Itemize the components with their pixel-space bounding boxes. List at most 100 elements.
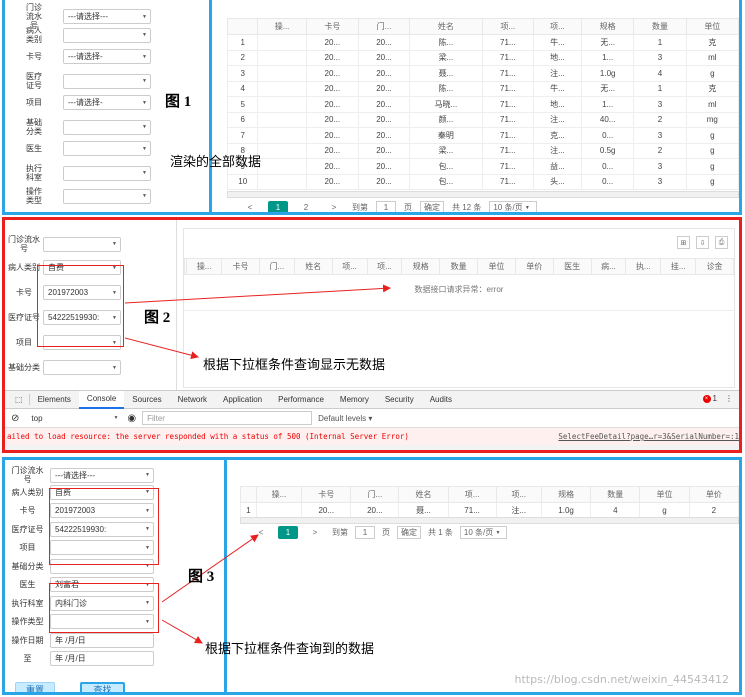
devtools-tab[interactable]: Network bbox=[170, 391, 215, 409]
devtools-tab[interactable]: Console bbox=[78, 390, 125, 409]
filter-select[interactable]: ▼ bbox=[63, 165, 151, 181]
filter-input[interactable]: Filter bbox=[142, 411, 313, 425]
table-cell: 无... bbox=[581, 80, 635, 97]
column-header[interactable]: 单位 bbox=[685, 18, 739, 35]
filter-select[interactable]: ▼ bbox=[63, 73, 151, 89]
devtools-tab[interactable]: Security bbox=[377, 391, 422, 409]
table-cell bbox=[257, 96, 307, 113]
figure-1-panel: 门诊 流水 号 ---请选择--- ▼ 病人 类别 ▼ 卡号 ---请选择- ▼ 医疗 证号 ▼ 项… bbox=[2, 0, 742, 215]
column-header[interactable]: 操... bbox=[257, 18, 307, 35]
devtools-right-tools: × 1 ⋮ bbox=[702, 394, 733, 403]
table-cell: 20... bbox=[305, 142, 359, 159]
table-cell: 71... bbox=[481, 34, 534, 51]
filter-label: 病人 类别 bbox=[26, 26, 42, 44]
devtools-panel: ⬚ Elements Console Sources Network Applicati… bbox=[5, 390, 739, 450]
devtools-tab[interactable]: Audits bbox=[422, 391, 460, 409]
page-size-select[interactable]: 10 条/页 ▼ bbox=[489, 201, 537, 212]
table-row[interactable]: 1 20... 20... 陈... 71... 牛... 无... 1 克 bbox=[226, 34, 739, 51]
filter-row: 卡号 ---请选择- ▼ bbox=[5, 49, 151, 64]
table-row[interactable]: 10 20... 20... 包... 71... 头... 0... 3 g bbox=[226, 173, 739, 190]
default-levels-select[interactable]: Default levels ▾ bbox=[318, 414, 372, 423]
context-select[interactable]: top ▼ bbox=[25, 414, 121, 423]
table-cell bbox=[257, 34, 307, 51]
figure-label: 图 2 bbox=[144, 310, 171, 326]
table-row[interactable]: 7 20... 20... 秦明 71... 克... 0... 3 g bbox=[226, 127, 739, 144]
table-row[interactable]: 3 20... 20... 聂... 71... 注... 1.0g 4 g bbox=[226, 65, 739, 82]
table-cell: 梁... bbox=[408, 49, 483, 66]
page-input[interactable]: 1 bbox=[376, 201, 396, 212]
table-cell: 马晓... bbox=[408, 96, 483, 113]
console-filter-bar: ⊘ top ▼ ◉ Filter Default levels ▾ bbox=[5, 409, 739, 428]
table-cell: 0... bbox=[581, 127, 635, 144]
table-cell: 克 bbox=[685, 34, 739, 51]
eye-icon[interactable]: ◉ bbox=[127, 413, 136, 424]
table-cell: 71... bbox=[481, 142, 534, 159]
confirm-button[interactable]: 确定 bbox=[420, 201, 444, 212]
devtools-tab[interactable]: Sources bbox=[124, 391, 169, 409]
table-cell: 克 bbox=[685, 80, 739, 97]
table-cell: 40... bbox=[581, 111, 635, 128]
table-cell bbox=[257, 158, 307, 175]
page-2-button[interactable]: 2 bbox=[296, 201, 316, 212]
devtools-tab[interactable]: Elements bbox=[30, 391, 79, 409]
table-cell: 5 bbox=[226, 96, 259, 113]
table-cell: 0... bbox=[581, 158, 635, 175]
figure-label: 图 1 bbox=[165, 94, 192, 110]
table-cell: 地... bbox=[532, 49, 583, 66]
column-header[interactable]: 数量 bbox=[633, 18, 687, 35]
filter-select[interactable]: ▼ bbox=[63, 119, 151, 135]
more-menu-icon[interactable]: ⋮ bbox=[725, 394, 733, 403]
filter-select[interactable]: ---请选择- ▼ bbox=[63, 95, 151, 110]
error-counter[interactable]: × 1 bbox=[702, 394, 717, 403]
table-cell bbox=[257, 142, 307, 159]
table-cell: 无... bbox=[581, 34, 635, 51]
table-cell: 3 bbox=[633, 158, 687, 175]
table-row[interactable]: 5 20... 20... 马晓... 71... 地... 1... 3 ml bbox=[226, 96, 739, 113]
table-row[interactable]: 6 20... 20... 颜... 71... 注... 40... 2 mg bbox=[226, 111, 739, 128]
column-header[interactable]: 项... bbox=[532, 18, 583, 35]
next-page-button[interactable]: > bbox=[324, 201, 344, 212]
column-header[interactable]: 姓名 bbox=[408, 18, 483, 35]
table-cell: 6 bbox=[226, 111, 259, 128]
table-cell: 包... bbox=[408, 158, 483, 175]
prev-page-button[interactable]: < bbox=[240, 201, 260, 212]
column-header[interactable] bbox=[226, 18, 259, 35]
table-row[interactable]: 2 20... 20... 梁... 71... 地... 1... 3 ml bbox=[226, 49, 739, 66]
chevron-down-icon: ▼ bbox=[142, 53, 147, 60]
error-source-link[interactable]: SelectFeeDetail?page…r=3&SerialNumber=:1 bbox=[558, 432, 739, 441]
table-cell: 0... bbox=[581, 173, 635, 190]
column-header[interactable]: 项... bbox=[481, 18, 534, 35]
filter-select[interactable]: ---请选择- ▼ bbox=[63, 49, 151, 64]
column-header[interactable]: 卡号 bbox=[305, 18, 359, 35]
table-cell: 10 bbox=[226, 173, 259, 190]
table-cell bbox=[257, 111, 307, 128]
filter-select[interactable]: ---请选择--- ▼ bbox=[63, 9, 151, 24]
chevron-down-icon: ▼ bbox=[142, 193, 147, 199]
inspect-icon[interactable]: ⬚ bbox=[9, 391, 29, 409]
table-cell bbox=[257, 127, 307, 144]
table-cell: 20... bbox=[357, 127, 410, 144]
filter-select[interactable]: ▼ bbox=[63, 188, 151, 204]
table-cell: 1 bbox=[633, 80, 687, 97]
horizontal-scrollbar[interactable] bbox=[227, 191, 739, 198]
page-unit: 页 bbox=[404, 203, 412, 212]
clear-console-icon[interactable]: ⊘ bbox=[11, 413, 19, 424]
table-cell: 聂... bbox=[408, 65, 483, 82]
table-cell: 3 bbox=[226, 65, 259, 82]
table-cell: ml bbox=[685, 49, 739, 66]
devtools-tab[interactable]: Performance bbox=[270, 391, 332, 409]
table-cell: 注... bbox=[532, 65, 583, 82]
table-row[interactable]: 4 20... 20... 陈... 71... 牛... 无... 1 克 bbox=[226, 80, 739, 97]
filter-select[interactable]: ▼ bbox=[63, 141, 151, 156]
devtools-tab[interactable]: Memory bbox=[332, 391, 377, 409]
filter-select[interactable]: ▼ bbox=[63, 27, 151, 43]
table-row[interactable]: 8 20... 20... 梁... 71... 注... 0.5g 2 g bbox=[226, 142, 739, 159]
column-header[interactable]: 规格 bbox=[581, 18, 635, 35]
table-cell: 71... bbox=[481, 111, 534, 128]
devtools-tab[interactable]: Application bbox=[215, 391, 270, 409]
filter-label: 医生 bbox=[26, 144, 42, 153]
table-cell: 4 bbox=[633, 65, 687, 82]
column-header[interactable]: 门... bbox=[357, 18, 410, 35]
table-row[interactable]: 9 20... 20... 包... 71... 益... 0... 3 g bbox=[226, 158, 739, 175]
page-1-button[interactable]: 1 bbox=[268, 201, 288, 212]
